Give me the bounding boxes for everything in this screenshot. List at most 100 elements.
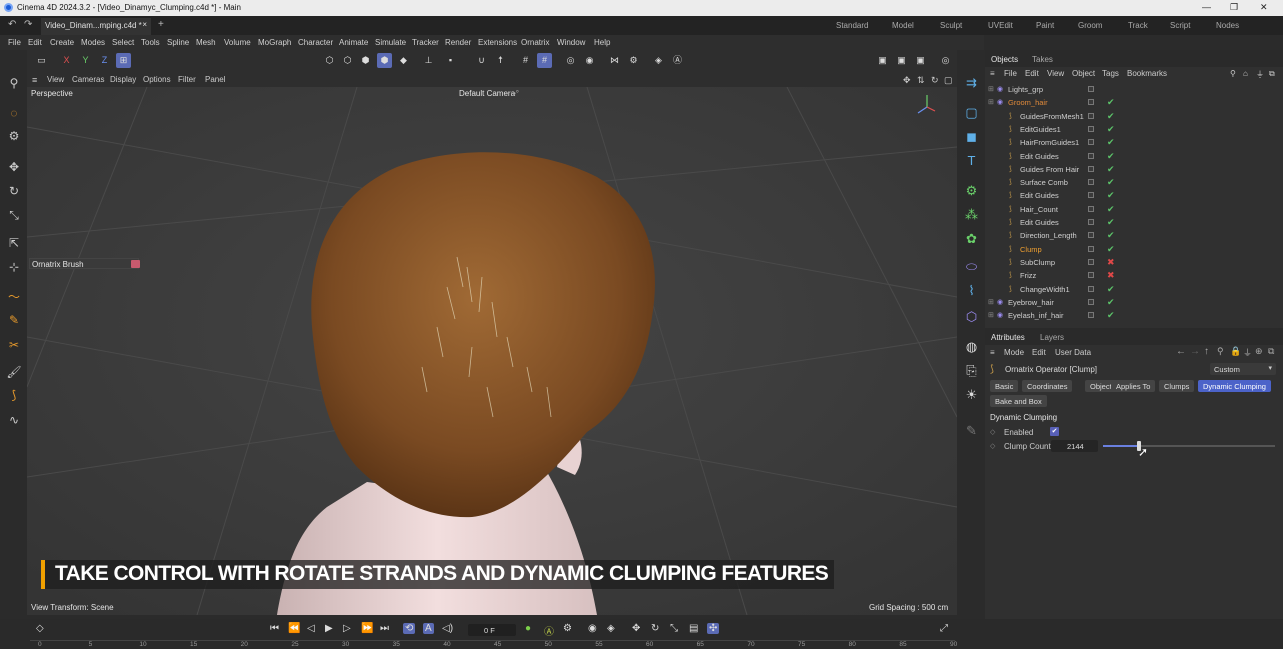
layout-nodes[interactable]: Nodes [1216,21,1239,30]
close-window-button[interactable]: ✕ [1260,2,1268,13]
enabled-keyframe-icon[interactable]: ◇ [990,428,995,436]
menu-edit[interactable]: Edit [28,38,42,47]
object-row[interactable]: ⟆ Hair_Count ✔ [985,203,1275,216]
object-row[interactable]: ⟆ Edit Guides ✔ [985,150,1275,163]
pen-tool-icon[interactable]: ✎ [963,422,980,439]
attr-tab-bake-and-box[interactable]: Bake and Box [990,395,1047,407]
timeline-ruler[interactable]: 0 5 10 15 20 25 30 35 40 45 50 55 60 65 70 75 80 85 90 [30,640,957,649]
environment-icon[interactable]: ◍ [963,338,980,355]
viewport-menu-options[interactable]: Options [143,75,171,84]
z-axis-button[interactable]: Z [97,53,112,68]
layer-dot-icon[interactable] [1088,139,1094,146]
attr-tab-coordinates[interactable]: Coordinates [1022,380,1073,392]
menu-ornatrix[interactable]: Ornatrix [521,38,549,47]
current-frame-field[interactable]: 0 F [468,624,516,636]
object-row[interactable]: ⊞ ◉ Groom_hair ✔ [985,96,1275,109]
sound-icon[interactable]: ◁) [442,623,453,634]
layout-sculpt[interactable]: Sculpt [940,21,962,30]
expand-toggle-icon[interactable] [1000,218,1008,226]
workplane-icon[interactable]: ◎ [563,53,578,68]
expand-toggle-icon[interactable] [1000,271,1008,279]
brush-close-icon[interactable] [131,260,140,268]
axis-mode-icon[interactable]: ⊥ [421,53,436,68]
save-icon[interactable]: ▭ [34,53,49,68]
go-to-start-icon[interactable]: ⏮ [270,623,279,634]
tab-layers[interactable]: Layers [1040,333,1064,342]
tab-objects[interactable]: Objects [991,55,1018,64]
interactive-render-icon[interactable]: ◎ [938,53,953,68]
menu-tracker[interactable]: Tracker [412,38,439,47]
object-row[interactable]: ⟆ HairFromGuides1 ✔ [985,136,1275,149]
attr-tab-clumps[interactable]: Clumps [1159,380,1195,392]
coordinate-system-icon[interactable]: ⊞ [116,53,131,68]
back-arrow-icon[interactable]: ← [1176,346,1186,357]
menu-extensions[interactable]: Extensions [478,38,517,47]
key-scale-icon[interactable]: ⤡ [670,623,678,634]
menu-spline[interactable]: Spline [167,38,189,47]
expand-toggle-icon[interactable] [1000,112,1008,120]
next-key-icon[interactable]: ⏩ [361,623,373,634]
objects-home-icon[interactable]: ⌂ [1243,69,1248,78]
redo-icon[interactable]: ↷ [24,19,32,30]
symmetry-icon[interactable]: ⋈ [607,53,622,68]
layer-dot-icon[interactable] [1088,232,1094,239]
transform-tool-icon[interactable]: ⇱ [6,235,22,251]
settings-gear-icon[interactable]: ⚙ [626,53,641,68]
menu-mograph[interactable]: MoGraph [258,38,291,47]
attributes-add-icon[interactable]: ⊕ [1255,346,1263,357]
snap-icon[interactable]: # [518,53,533,68]
menu-modes[interactable]: Modes [81,38,105,47]
mograph-cloner-icon[interactable]: ⁂ [963,206,980,223]
layer-dot-icon[interactable] [1088,165,1094,172]
objects-menu-tags[interactable]: Tags [1102,69,1119,78]
record-active-icon[interactable]: ● [525,623,531,634]
volume-icon[interactable]: ⬡ [963,308,980,325]
layout-uvedit[interactable]: UVEdit [988,21,1013,30]
grid-snap-icon[interactable]: # [537,53,552,68]
key-move-icon[interactable]: ✥ [632,623,640,634]
layer-dot-icon[interactable] [1088,99,1094,106]
motion-system-icon[interactable]: ◉ [588,623,597,634]
tab-close-icon[interactable]: × [142,20,147,29]
objects-new-panel-icon[interactable]: ⧉ [1269,69,1275,79]
layer-dot-icon[interactable] [1088,258,1094,265]
expand-toggle-icon[interactable] [1000,165,1008,173]
rotate-tool-icon[interactable]: ↻ [6,183,22,199]
expand-toggle-icon[interactable]: ⊞ [988,311,996,319]
expand-toggle-icon[interactable] [1000,152,1008,160]
autokey-icon[interactable]: Ⓐ [544,623,554,638]
snap-transform-icon[interactable]: ⊹ [6,259,22,275]
layer-dot-icon[interactable] [1088,152,1094,159]
enabled-check-icon[interactable]: ✔ [1107,124,1115,135]
layout-model[interactable]: Model [892,21,914,30]
layer-dot-icon[interactable] [1088,125,1094,132]
spline-object-icon[interactable]: ⌇ [963,282,980,299]
preview-range-icon[interactable]: A [423,623,434,634]
object-row[interactable]: ⟆ Edit Guides ✔ [985,216,1275,229]
expand-toggle-icon[interactable] [1000,138,1008,146]
field-icon[interactable]: ⬭ [963,258,980,275]
attributes-search-icon[interactable]: ⚲ [1217,346,1224,357]
key-rotate-icon[interactable]: ↻ [651,623,659,634]
enabled-check-icon[interactable]: ✔ [1107,151,1115,162]
enabled-check-icon[interactable]: ✖ [1107,257,1115,268]
object-row[interactable]: ⟆ Edit Guides ✔ [985,189,1275,202]
go-to-end-icon[interactable]: ⏭ [380,623,389,634]
viewport-maximize-icon[interactable]: ▢ [944,75,953,86]
polygons-mode-icon[interactable]: ⬢ [358,53,373,68]
undo-icon[interactable]: ↶ [8,19,16,30]
x-axis-button[interactable]: X [59,53,74,68]
null-object-icon[interactable]: ▢ [963,104,980,121]
y-axis-button[interactable]: Y [78,53,93,68]
maximize-button[interactable]: ❐ [1230,2,1238,13]
menu-simulate[interactable]: Simulate [375,38,406,47]
object-row[interactable]: ⟆ Direction_Length ✔ [985,229,1275,242]
expand-toggle-icon[interactable] [1000,245,1008,253]
object-row[interactable]: ⟆ Clump ✔ [985,243,1275,256]
viewport-menu-icon[interactable]: ≡ [32,75,37,85]
object-row[interactable]: ⟆ ChangeWidth1 ✔ [985,283,1275,296]
layout-script[interactable]: Script [1170,21,1190,30]
attributes-menu-mode[interactable]: Mode [1004,348,1024,357]
enabled-check-icon[interactable]: ✔ [1107,297,1115,308]
tab-takes[interactable]: Takes [1032,55,1053,64]
